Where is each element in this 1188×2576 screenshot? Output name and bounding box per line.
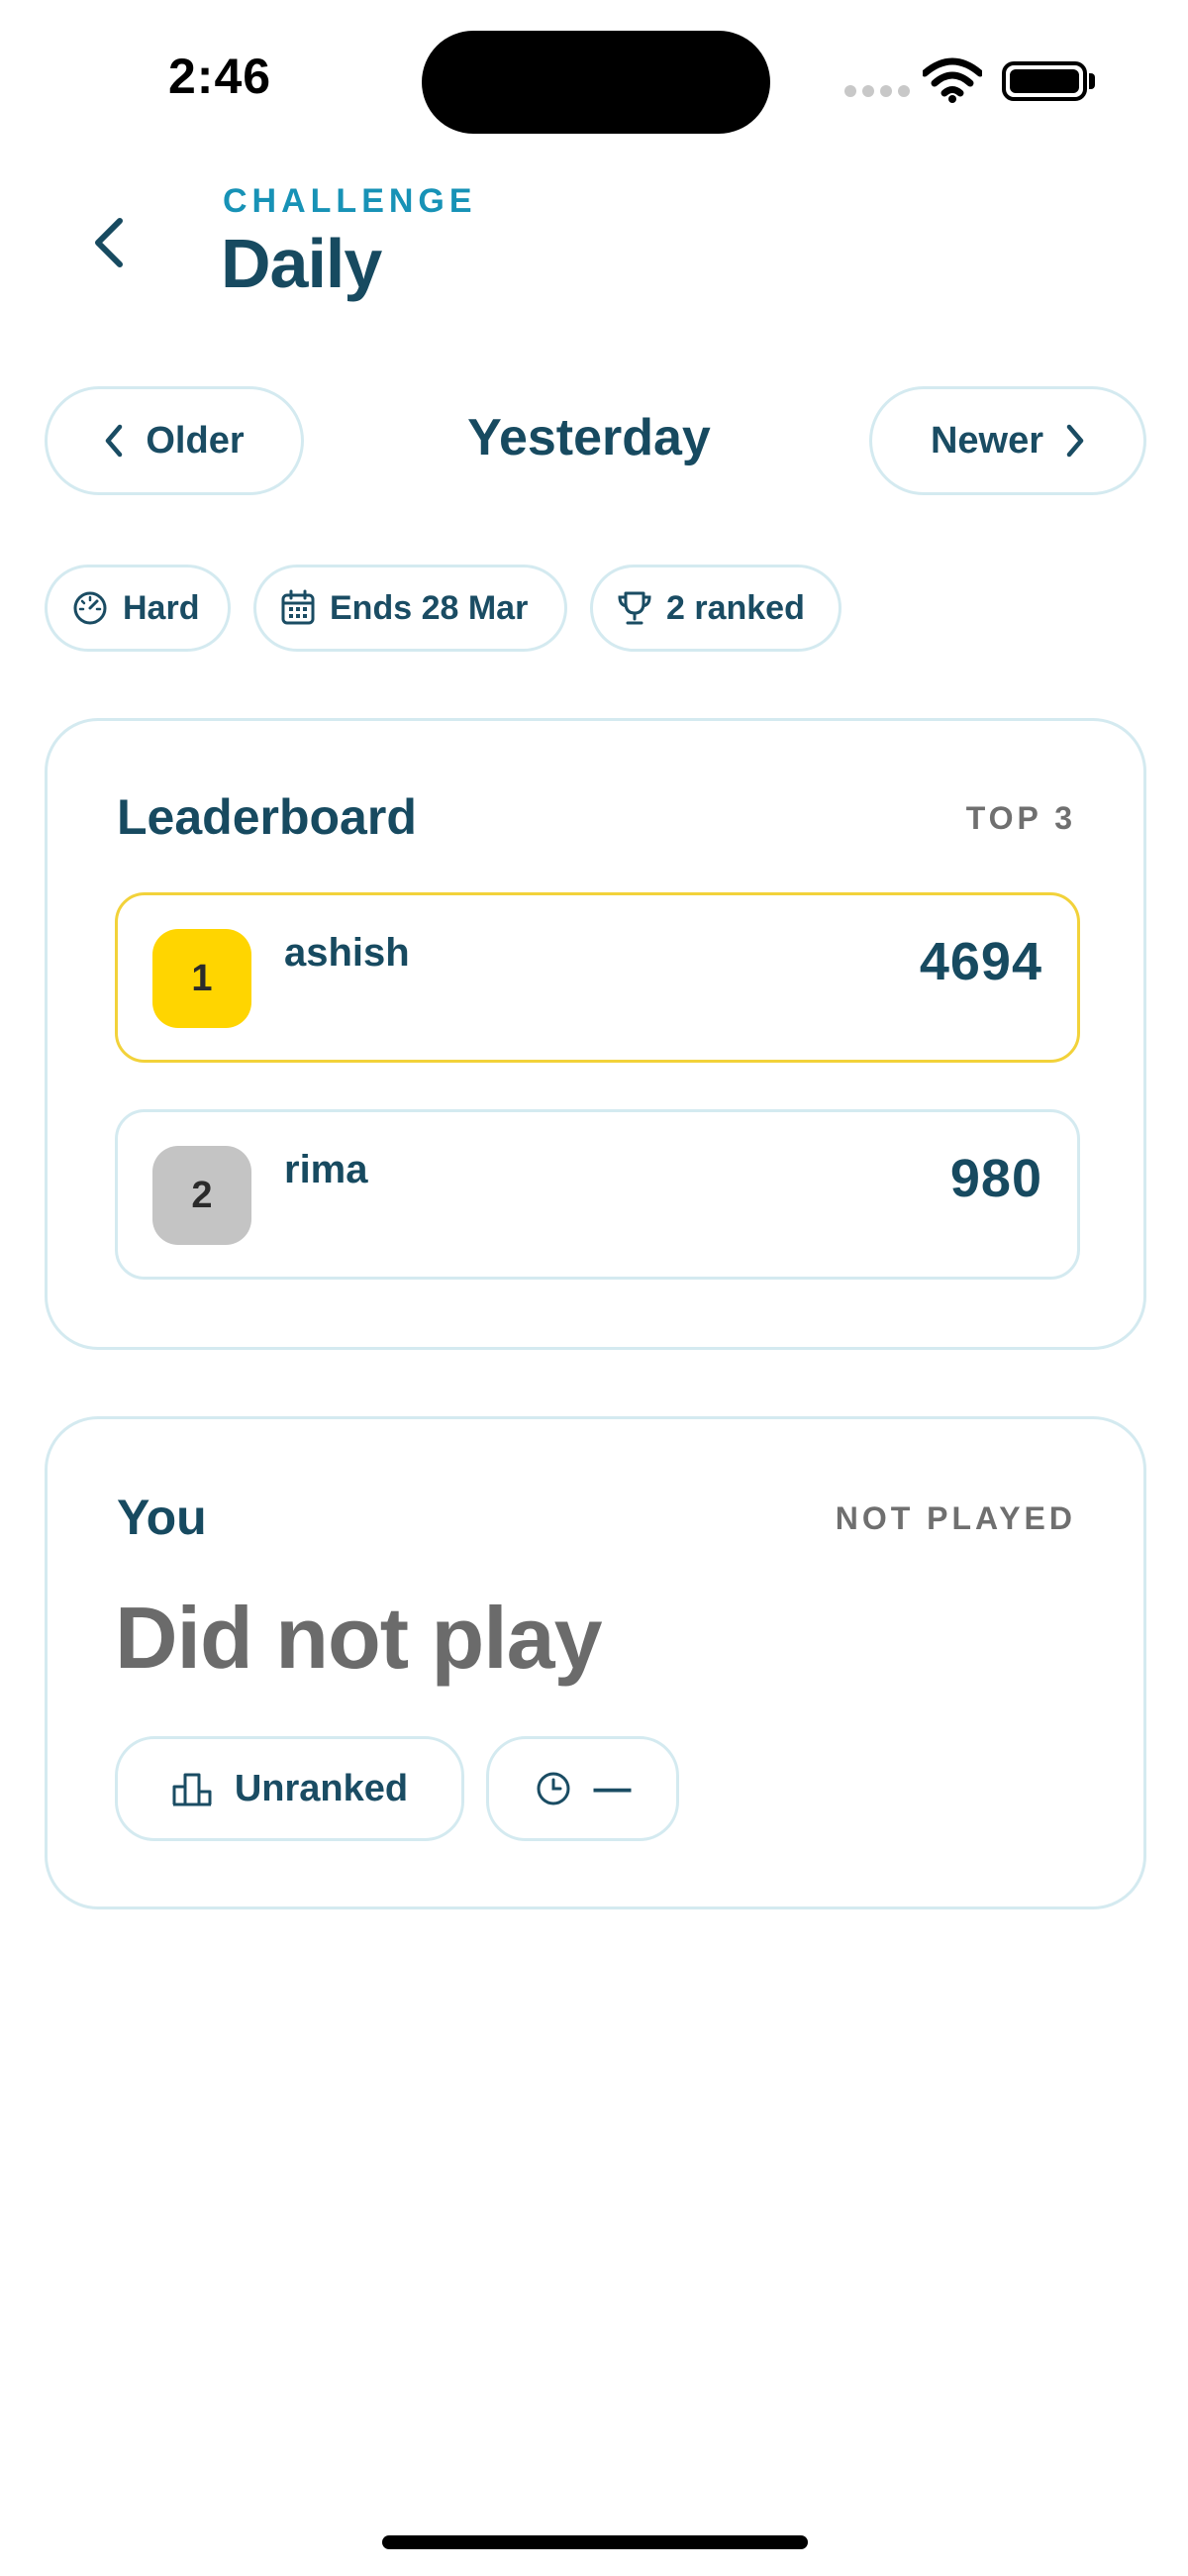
home-indicator [382, 2535, 808, 2549]
time-chip-label: — [593, 1767, 632, 1809]
ranked-count-tag: 2 ranked [590, 565, 842, 652]
time-chip: — [486, 1736, 679, 1841]
trophy-icon [617, 589, 652, 627]
leaderboard-row[interactable]: 2 rima 980 [115, 1109, 1080, 1280]
difficulty-label: Hard [123, 588, 200, 627]
rank-chip: Unranked [115, 1736, 464, 1841]
leaderboard-title: Leaderboard [117, 789, 417, 845]
leaderboard-card: Leaderboard TOP 3 1 ashish 4694 2 rima 9… [45, 718, 1146, 1350]
leaderboard-row[interactable]: 1 ashish 4694 [115, 892, 1080, 1063]
older-label: Older [146, 419, 245, 462]
status-time: 2:46 [168, 49, 272, 104]
rank-chip-label: Unranked [234, 1767, 409, 1809]
clock-icon [535, 1770, 572, 1807]
you-meta: NOT PLAYED [835, 1500, 1076, 1536]
speedometer-icon [71, 589, 109, 627]
chevron-left-icon [104, 424, 124, 458]
page-eyebrow: CHALLENGE [223, 182, 477, 220]
battery-icon [1002, 61, 1087, 101]
player-name: rima [284, 1148, 368, 1191]
battery-tip [1089, 73, 1095, 89]
back-button[interactable] [79, 203, 139, 282]
wifi-icon [923, 57, 982, 103]
period-label: Yesterday [467, 409, 711, 466]
rank-badge: 1 [152, 929, 251, 1028]
chevron-left-icon [92, 217, 126, 268]
cellular-signal-icon [844, 85, 910, 97]
leaderboard-meta: TOP 3 [965, 800, 1076, 836]
page-title: Daily [221, 225, 382, 302]
bar-chart-icon [171, 1770, 213, 1807]
calendar-icon [280, 589, 316, 627]
difficulty-tag: Hard [45, 565, 231, 652]
player-name: ashish [284, 931, 410, 975]
status-bar: 2:46 [0, 0, 1188, 149]
you-status: Did not play [115, 1589, 603, 1687]
end-date-label: Ends 28 Mar [330, 588, 529, 627]
dynamic-island [422, 31, 770, 134]
older-button[interactable]: Older [45, 386, 304, 495]
end-date-tag: Ends 28 Mar [253, 565, 567, 652]
ranked-count-label: 2 ranked [666, 588, 805, 627]
rank-badge: 2 [152, 1146, 251, 1245]
newer-button[interactable]: Newer [869, 386, 1146, 495]
you-card: You NOT PLAYED Did not play Unranked — [45, 1416, 1146, 1909]
newer-label: Newer [930, 419, 1044, 462]
chevron-right-icon [1065, 424, 1085, 458]
player-score: 980 [949, 1149, 1042, 1208]
player-score: 4694 [919, 932, 1042, 991]
you-title: You [117, 1490, 207, 1545]
